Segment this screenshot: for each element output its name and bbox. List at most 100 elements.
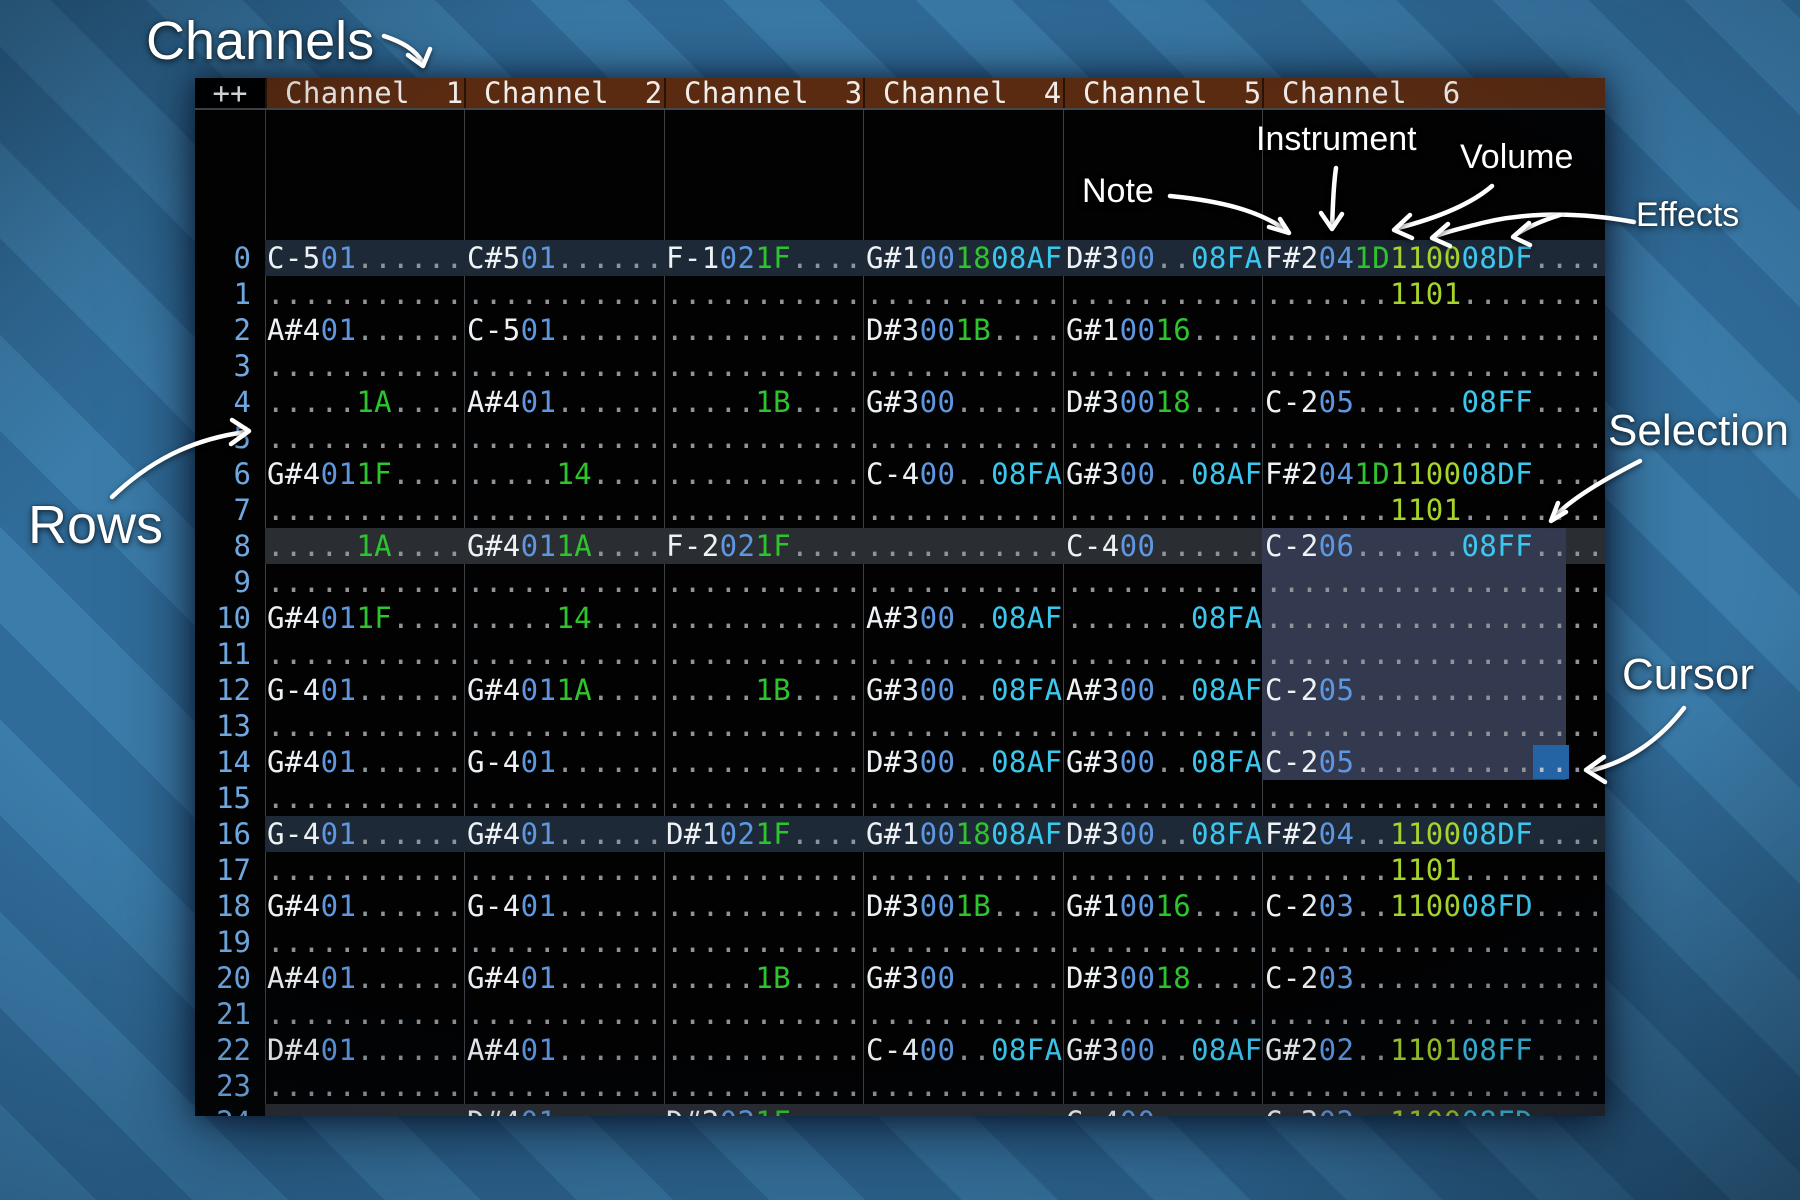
pattern-cell[interactable]: A#300..08AF <box>866 600 1063 636</box>
pattern-cell[interactable]: ........... <box>267 780 463 816</box>
pattern-cell[interactable]: ................... <box>1265 708 1604 744</box>
pattern-cell[interactable]: G#300..08AF <box>1066 1032 1263 1068</box>
pattern-cell[interactable]: ........... <box>666 924 862 960</box>
pattern-cell[interactable]: ........... <box>1066 1068 1262 1104</box>
pattern-cell[interactable]: C-400..08FA <box>866 456 1063 492</box>
pattern-cell[interactable]: ........... <box>866 780 1062 816</box>
pattern-cell[interactable]: G#10016.... <box>1066 312 1263 348</box>
pattern-cell[interactable]: ................... <box>1265 1068 1604 1104</box>
pattern-cell[interactable]: ................... <box>1265 636 1604 672</box>
pattern-cell[interactable]: A#401...... <box>467 384 664 420</box>
pattern-cell[interactable]: C-203..110008FD.... <box>1265 888 1604 924</box>
pattern-cell[interactable]: ........... <box>666 744 862 780</box>
pattern-cell[interactable]: ........... <box>1066 780 1262 816</box>
pattern-cell[interactable]: ........... <box>467 276 663 312</box>
pattern-cell[interactable]: A#401...... <box>267 960 464 996</box>
pattern-cell[interactable]: F#2041D110008DF.... <box>1265 456 1604 492</box>
pattern-cell[interactable]: .....1B.... <box>666 384 863 420</box>
pattern-cell[interactable]: C-501...... <box>467 312 664 348</box>
pattern-cell[interactable]: G#300...... <box>866 960 1063 996</box>
pattern-cell[interactable]: ........... <box>866 924 1062 960</box>
pattern-cell[interactable]: D#3001B.... <box>866 888 1063 924</box>
pattern-cell[interactable]: ........... <box>267 1104 463 1116</box>
pattern-cell[interactable]: G#202..110108FF.... <box>1265 1032 1604 1068</box>
pattern-cell[interactable]: ........... <box>666 888 862 924</box>
pattern-cell[interactable]: G#300..08AF <box>1066 456 1263 492</box>
pattern-cell[interactable]: F-2021F.... <box>666 528 863 564</box>
pattern-cell[interactable]: ........... <box>666 996 862 1032</box>
pattern-cell[interactable]: G#10016.... <box>1066 888 1263 924</box>
pattern-cell[interactable]: ........... <box>1066 276 1262 312</box>
pattern-cell[interactable]: .......1101........ <box>1265 492 1604 528</box>
pattern-cell[interactable]: G#300...... <box>866 384 1063 420</box>
pattern-cell[interactable]: G#4011F.... <box>267 456 464 492</box>
pattern-cell[interactable]: G-401...... <box>467 744 664 780</box>
pattern-cell[interactable]: ........... <box>666 312 862 348</box>
pattern-cell[interactable]: ................... <box>1265 924 1604 960</box>
pattern-cell[interactable]: ........... <box>866 996 1062 1032</box>
pattern-cell[interactable]: ........... <box>467 348 663 384</box>
pattern-cell[interactable]: ........... <box>666 564 862 600</box>
pattern-cell[interactable]: ........... <box>1066 708 1262 744</box>
pattern-cell[interactable]: ........... <box>467 420 663 456</box>
pattern-cell[interactable]: F-1021F.... <box>666 240 863 276</box>
pattern-cell[interactable]: ........... <box>267 348 463 384</box>
pattern-cell[interactable]: G-401...... <box>267 672 464 708</box>
pattern-cell[interactable]: G#300..08FA <box>1066 744 1263 780</box>
pattern-cell[interactable]: ........... <box>1066 996 1262 1032</box>
pattern-cell[interactable]: ........... <box>866 1104 1062 1116</box>
pattern-cell[interactable]: ........... <box>866 420 1062 456</box>
pattern-cell[interactable]: ........... <box>267 996 463 1032</box>
pattern-cell[interactable]: .......1101........ <box>1265 276 1604 312</box>
pattern-cell[interactable]: ........... <box>467 636 663 672</box>
pattern-cell[interactable]: D#401...... <box>267 1032 464 1068</box>
pattern-cell[interactable]: C-400..08FA <box>866 1032 1063 1068</box>
pattern-cell[interactable]: ........... <box>1066 852 1262 888</box>
pattern-cell[interactable]: D#30018.... <box>1066 960 1263 996</box>
pattern-cell[interactable]: ........... <box>666 420 862 456</box>
pattern-cell[interactable]: ........... <box>467 852 663 888</box>
pattern-cell[interactable]: ................... <box>1265 780 1604 816</box>
pattern-cell[interactable]: ........... <box>666 636 862 672</box>
pattern-cell[interactable]: ........... <box>467 492 663 528</box>
pattern-cell[interactable]: ........... <box>1066 492 1262 528</box>
pattern-cell[interactable]: ........... <box>866 528 1062 564</box>
pattern-cell[interactable]: C-206......08FF.... <box>1265 528 1604 564</box>
pattern-cell[interactable]: C#501...... <box>467 240 664 276</box>
pattern-cell[interactable]: ........... <box>267 1068 463 1104</box>
pattern-cell[interactable]: .......1101........ <box>1265 852 1604 888</box>
pattern-cell[interactable]: D#3001B.... <box>866 312 1063 348</box>
pattern-cell[interactable]: ................... <box>1265 564 1604 600</box>
pattern-cell[interactable]: G-400...... <box>1066 1104 1263 1116</box>
pattern-cell[interactable]: ........... <box>866 1068 1062 1104</box>
pattern-cell[interactable]: A#300..08AF <box>1066 672 1263 708</box>
pattern-cell[interactable]: ........... <box>1066 420 1262 456</box>
pattern-cell[interactable]: ........... <box>866 492 1062 528</box>
pattern-cell[interactable]: ................... <box>1265 996 1604 1032</box>
pattern-cell[interactable]: ........... <box>267 492 463 528</box>
pattern-cell[interactable]: ........... <box>267 924 463 960</box>
pattern-cell[interactable]: ........... <box>666 852 862 888</box>
pattern-cell[interactable]: ........... <box>467 708 663 744</box>
pattern-cell[interactable]: A#401...... <box>267 312 464 348</box>
pattern-cell[interactable]: ........... <box>1066 564 1262 600</box>
pattern-cell[interactable]: ........... <box>467 924 663 960</box>
pattern-cell[interactable]: ........... <box>666 1032 862 1068</box>
pattern-cell[interactable]: ........... <box>467 1068 663 1104</box>
pattern-cell[interactable]: ........... <box>666 780 862 816</box>
pattern-cell[interactable]: C-205.............. <box>1265 744 1604 780</box>
pattern-cell[interactable]: G#401...... <box>467 816 664 852</box>
pattern-cell[interactable]: ................... <box>1265 420 1604 456</box>
pattern-cell[interactable]: .....1B.... <box>666 672 863 708</box>
pattern-cell[interactable]: ........... <box>866 348 1062 384</box>
pattern-cell[interactable]: C-302..110008FD.... <box>1265 1104 1604 1116</box>
pattern-cell[interactable]: D#300..08FA <box>1066 240 1263 276</box>
pattern-cell[interactable]: G-401...... <box>467 888 664 924</box>
pattern-cell[interactable]: .....1A.... <box>267 384 464 420</box>
pattern-cell[interactable]: D#2021F.... <box>666 1104 863 1116</box>
pattern-cell[interactable]: G#401...... <box>267 744 464 780</box>
pattern-cell[interactable]: ........... <box>666 1068 862 1104</box>
pattern-cell[interactable]: .....1B.... <box>666 960 863 996</box>
pattern-cell[interactable]: ................... <box>1265 600 1604 636</box>
pattern-cell[interactable]: G#401...... <box>467 960 664 996</box>
